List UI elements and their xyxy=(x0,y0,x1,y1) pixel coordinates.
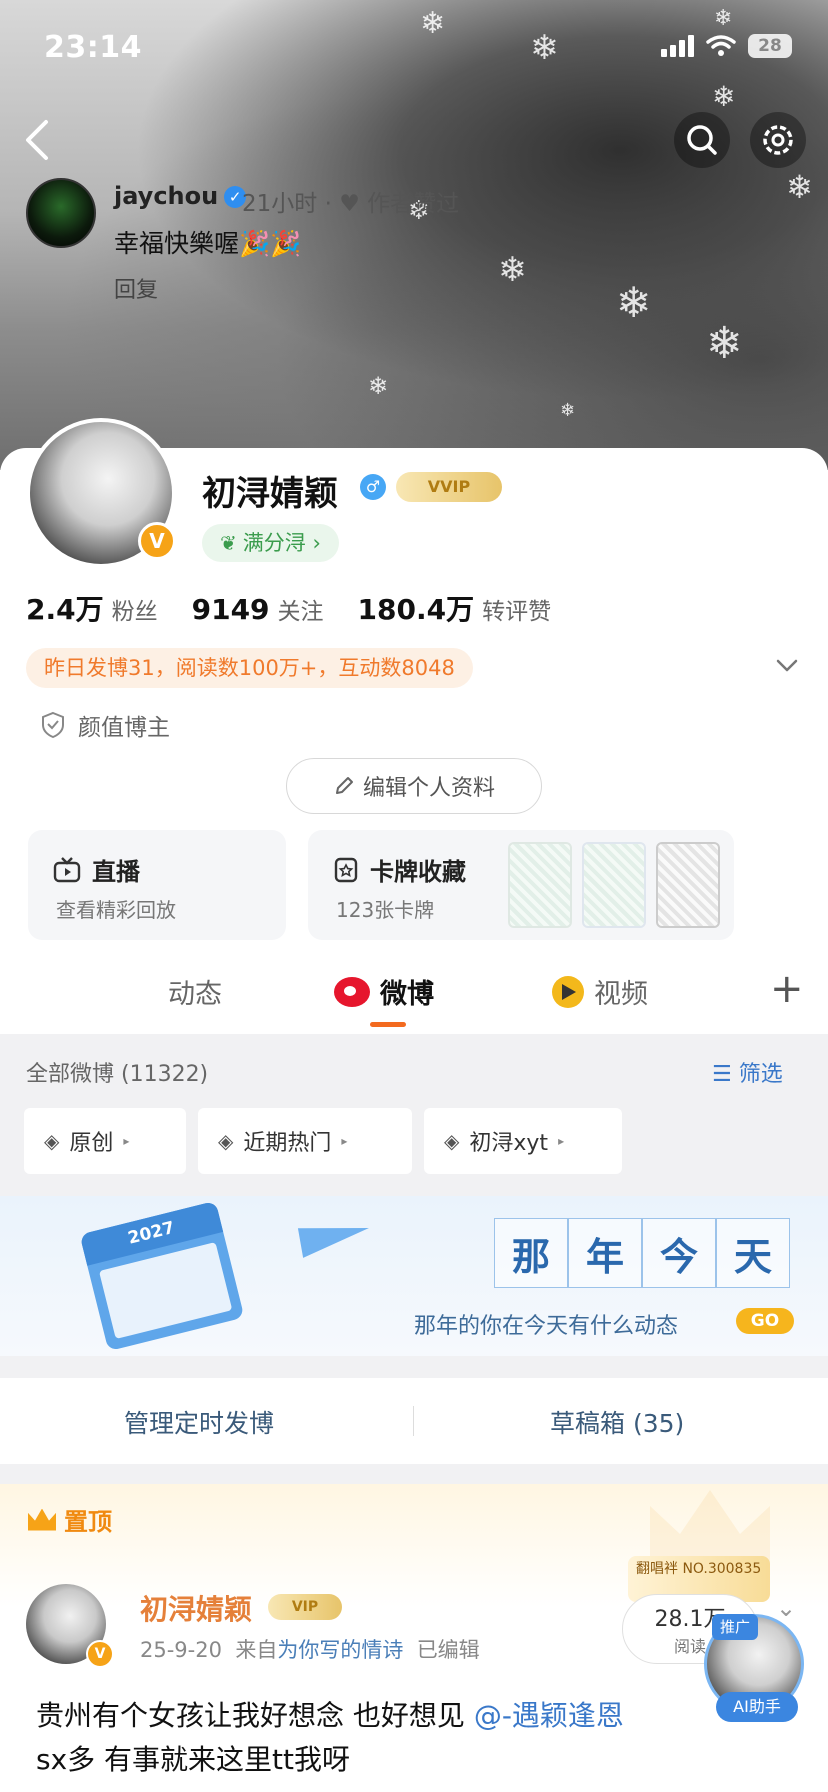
layers-icon: ◈ xyxy=(218,1129,234,1153)
ad-tag: 推广 xyxy=(712,1614,758,1640)
stat-following[interactable]: 9149 关注 xyxy=(192,592,324,626)
on-this-day-banner[interactable]: 2027 那 年 今 天 那年的你在今天有什么动态 GO xyxy=(0,1196,828,1356)
all-posts-count: 全部微博 (11322) xyxy=(26,1062,209,1087)
post-body: 贵州有个女孩让我好想念 也好想见 @-遇颖逢恩 sx多 有事就来这里tt我呀 xyxy=(36,1699,624,1776)
collection-title: 卡牌收藏 xyxy=(332,852,466,887)
score-pill[interactable]: ❦ 满分浔 › xyxy=(202,524,339,562)
active-tab-indicator xyxy=(370,1022,406,1027)
search-button[interactable] xyxy=(674,112,730,168)
add-tab-button[interactable]: + xyxy=(770,966,804,1012)
filter-chip-original[interactable]: ◈ 原创 ▸ xyxy=(24,1108,186,1174)
profile-tabs: 动态 微博 视频 + xyxy=(0,952,828,1034)
verified-v-icon: V xyxy=(86,1640,114,1668)
battery-icon: 28 xyxy=(748,34,792,58)
shield-icon xyxy=(42,711,64,739)
manage-row: 管理定时发博 草稿箱 (35) xyxy=(0,1378,828,1464)
collectible-card-thumb xyxy=(582,842,646,928)
caret-right-icon: ▸ xyxy=(123,1134,130,1148)
post-menu-chevron-icon[interactable]: ⌄ xyxy=(776,1594,796,1622)
post-author-name[interactable]: 初浔婧颖 xyxy=(140,1588,252,1628)
stat-fans[interactable]: 2.4万 粉丝 xyxy=(26,588,158,628)
crown-icon xyxy=(28,1508,56,1531)
daily-stats-pill[interactable]: 昨日发博31，阅读数100万+，互动数8048 xyxy=(26,648,473,688)
filter-area: 全部微博 (11322) ☰ 筛选 ◈ 原创 ▸ ◈ 近期热门 ▸ ◈ 初浔xy… xyxy=(0,1034,828,1196)
signal-icon xyxy=(661,35,694,57)
creator-tag[interactable]: 颜值博主 xyxy=(40,708,170,742)
comment-meta: 21小时 · ♥ 作者赞过 xyxy=(242,191,460,217)
layers-icon: ◈ xyxy=(444,1129,460,1153)
chevron-down-icon[interactable] xyxy=(776,654,798,676)
card-collection[interactable]: 卡牌收藏 123张卡牌 xyxy=(308,830,734,940)
post-source-link[interactable]: 为你写的情诗 xyxy=(277,1638,403,1662)
caret-right-icon: ▸ xyxy=(558,1134,565,1148)
layers-icon: ◈ xyxy=(44,1129,60,1153)
vip-badge[interactable]: VVIP xyxy=(396,472,502,502)
wifi-icon xyxy=(706,35,736,56)
tab-weibo[interactable]: 微博 xyxy=(334,972,434,1011)
stat-likes[interactable]: 180.4万 转评赞 xyxy=(358,588,552,628)
back-button[interactable] xyxy=(22,118,58,162)
ai-assistant-button[interactable]: AI助手 xyxy=(716,1692,798,1722)
commenter-avatar[interactable] xyxy=(26,178,96,248)
profile-stats: 2.4万 粉丝 9149 关注 180.4万 转评赞 xyxy=(26,588,551,628)
filter-button[interactable]: ☰ 筛选 xyxy=(712,1056,783,1088)
scheduled-posts-button[interactable]: 管理定时发博 xyxy=(124,1404,274,1440)
post-meta: 25-9-20 来自为你写的情诗 已编辑 xyxy=(140,1638,480,1662)
edit-profile-button[interactable]: 编辑个人资料 xyxy=(286,758,542,814)
pinned-post: 置顶 V 初浔婧颖 VIP 25-9-20 来自为你写的情诗 已编辑 翻唱袢 N… xyxy=(0,1484,828,1792)
tab-video[interactable]: 视频 xyxy=(552,972,648,1011)
search-icon xyxy=(687,125,717,155)
verified-v-icon: V xyxy=(138,522,176,560)
gear-icon xyxy=(763,125,793,155)
tv-icon xyxy=(53,856,81,882)
leaf-icon: ❦ xyxy=(220,531,237,555)
live-card[interactable]: 直播 查看精彩回放 xyxy=(28,830,286,940)
on-this-day-subtitle: 那年的你在今天有什么动态 xyxy=(414,1314,679,1339)
pinned-label: 置顶 xyxy=(28,1502,112,1537)
filter-chip-hot[interactable]: ◈ 近期热门 ▸ xyxy=(198,1108,412,1174)
drafts-button[interactable]: 草稿箱 (35) xyxy=(550,1404,684,1440)
profile-name: 初浔婧颖 xyxy=(202,474,338,514)
video-play-icon xyxy=(552,975,584,1008)
male-gender-icon: ♂ xyxy=(360,474,386,500)
live-subtitle: 查看精彩回放 xyxy=(56,898,176,922)
filter-chip-custom[interactable]: ◈ 初浔xyt ▸ xyxy=(424,1108,622,1174)
live-title: 直播 xyxy=(52,852,140,887)
status-icons: 28 xyxy=(661,34,792,58)
mention-link[interactable]: @-遇颖逢恩 xyxy=(474,1699,624,1732)
pencil-icon xyxy=(335,777,353,794)
weibo-logo-icon xyxy=(334,976,370,1007)
settings-button[interactable] xyxy=(750,112,806,168)
filter-icon: ☰ xyxy=(712,1062,732,1087)
caret-right-icon: ▸ xyxy=(341,1134,348,1148)
vip-badge: VIP xyxy=(268,1594,342,1620)
chevron-left-icon xyxy=(26,120,48,160)
comment-text: 幸福快樂喔🎉🎉 xyxy=(114,229,302,258)
calendar-illustration: 2027 xyxy=(79,1200,245,1352)
status-bar: 23:14 28 xyxy=(0,0,828,100)
status-time: 23:14 xyxy=(44,30,142,65)
paper-plane-icon xyxy=(297,1216,373,1258)
commenter-name[interactable]: jaychou ✓ xyxy=(114,182,247,210)
card-star-icon xyxy=(334,857,358,882)
collection-subtitle: 123张卡牌 xyxy=(336,898,435,922)
collectible-card-thumb xyxy=(656,842,720,928)
collectible-card-thumb xyxy=(508,842,572,928)
comment-reply-link[interactable]: 回复 xyxy=(114,272,158,304)
on-this-day-title: 那 年 今 天 xyxy=(494,1218,790,1288)
tab-dynamic[interactable]: 动态 xyxy=(168,972,222,1011)
go-button[interactable]: GO xyxy=(736,1308,794,1334)
